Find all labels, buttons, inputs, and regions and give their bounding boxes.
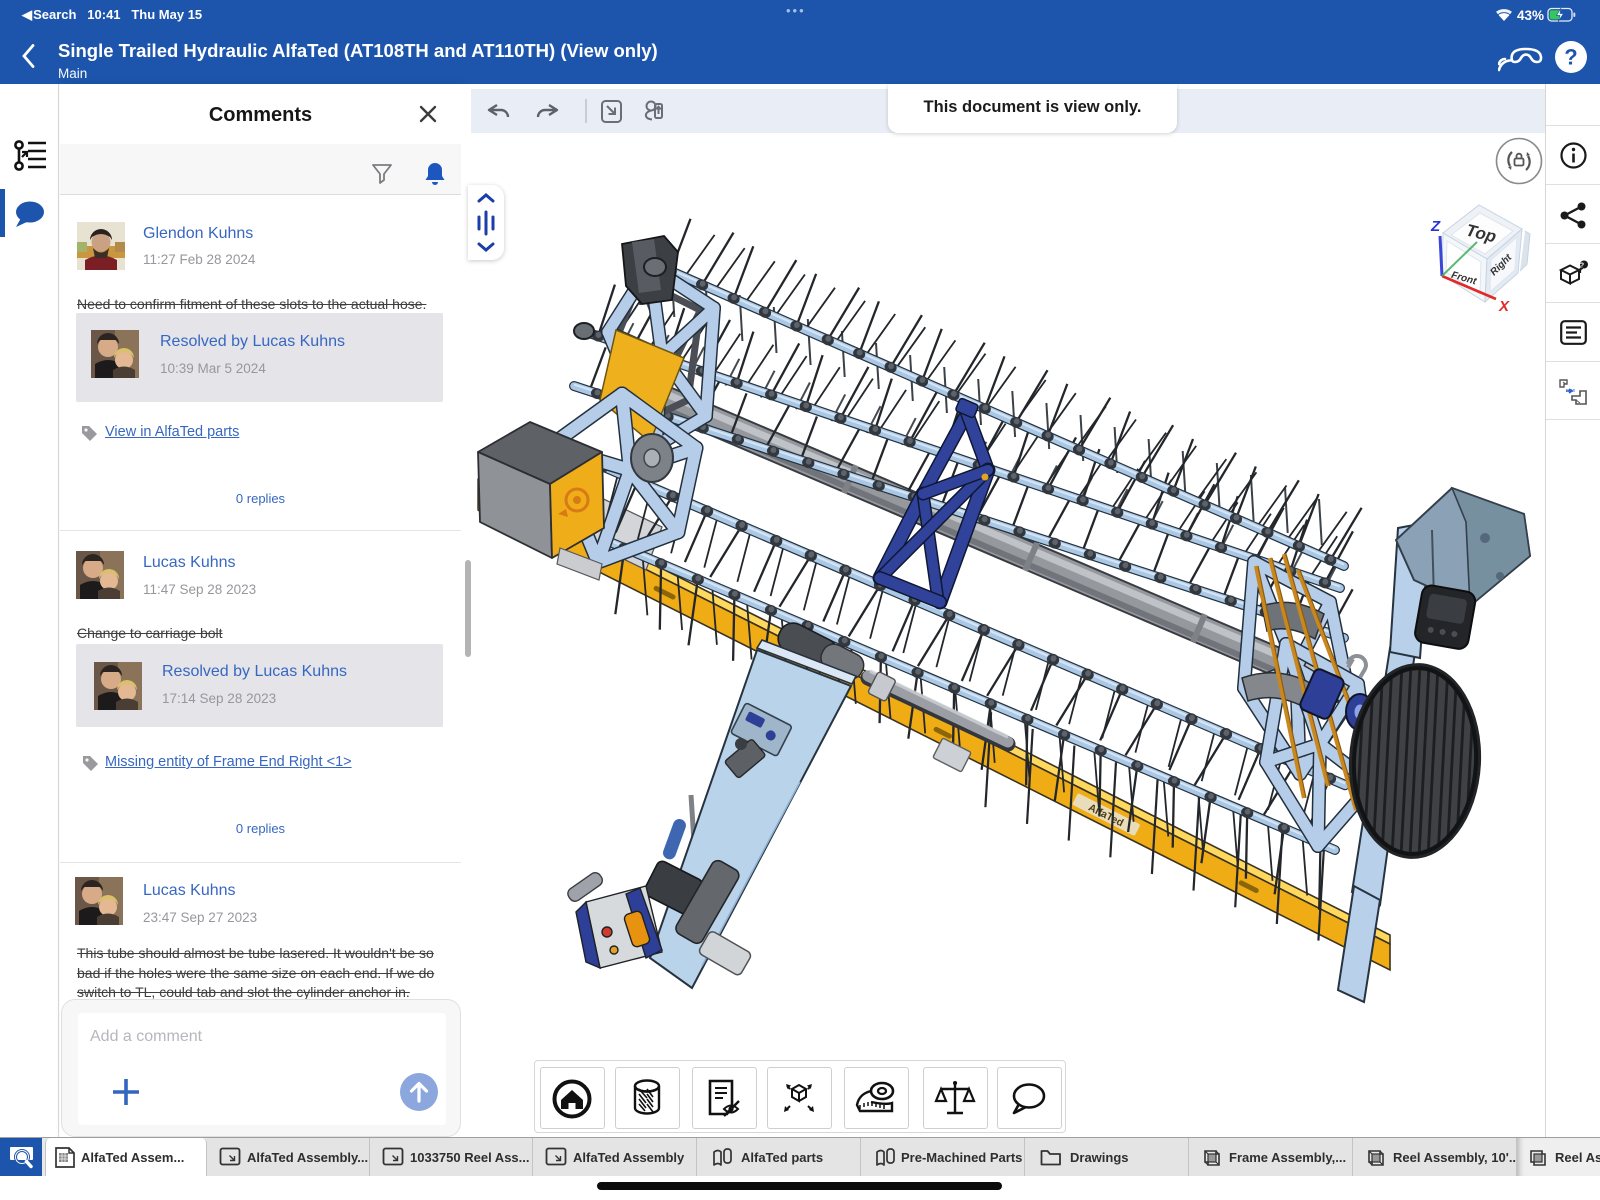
svg-text:?: ? [1564, 45, 1577, 70]
svg-text:X: X [1498, 298, 1510, 315]
svg-text:new: new [1566, 388, 1576, 394]
svg-text:43%: 43% [1517, 8, 1544, 23]
svg-text:Z: Z [1430, 218, 1441, 235]
svg-text:?: ? [1580, 263, 1584, 270]
